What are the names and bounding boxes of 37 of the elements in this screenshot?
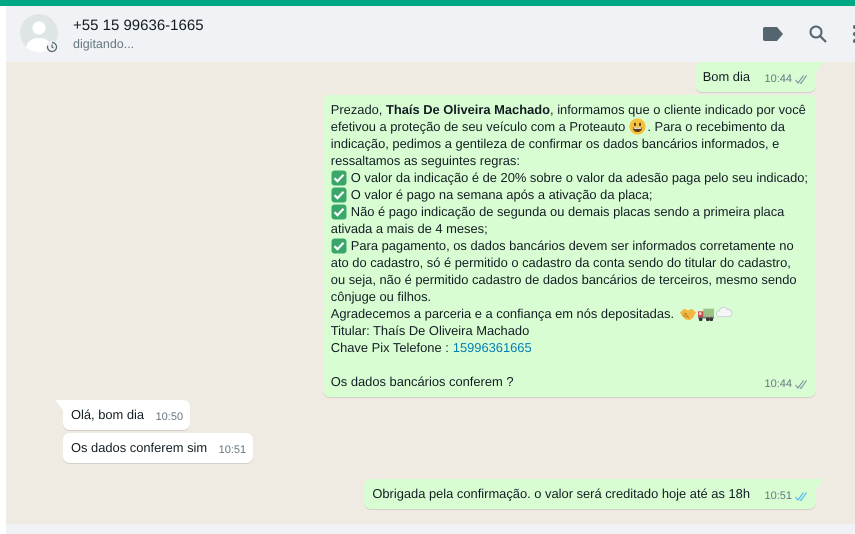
message-text: Não é pago indicação de segunda ou demais placas sendo a primeira placa [350,203,784,220]
message-time: 10:51 [764,489,792,504]
message-time: 10:44 [764,72,792,87]
message-text: Os dados conferem sim [71,439,208,456]
message-time: 10:51 [218,443,246,458]
message-text: ato do cadastro, só é permitido o cadastro da conta sendo do titular do cadastro, [330,254,791,271]
message-text: ou seja, não é permitido cadastro de dados bancários de terceiros, mesmo sendo [330,271,797,288]
check-mark-icon [330,186,347,202]
message-text: Olá, bom dia [71,406,144,424]
message-text: cônjuge ou filhos. [330,288,432,305]
message-text: efetivou a proteção de seu veículo com a Proteauto [330,118,626,135]
label-icon [763,27,783,41]
message-text: Titular: Thaís De Oliveira Machado [330,322,530,339]
message-text: O valor da indicação é de 20% sobre o valor da adesão paga pelo seu indicado; [350,169,808,186]
message-text: . Para o recebimento da [647,118,785,135]
message-text: Obrigada pela confirmação. o valor será creditado hoje até as 18h [372,485,750,502]
contact-name: +55 15 99636-1665 [73,17,205,34]
phone-link[interactable]: 15996361665 [452,339,532,356]
message-time: 10:50 [156,410,184,426]
grinning-face-icon [629,118,646,135]
message-time: 10:44 [764,377,792,392]
message-text: Agradecemos a parceria e a confiança em nós depositadas. [330,305,674,322]
message-text: Os dados bancários conferem ? [330,373,514,390]
check-mark-icon [330,238,347,254]
truck-icon [697,306,716,322]
message-text: Prezado, Thaís De Oliveira Machado, informamos que o cliente indicado por você [330,101,806,118]
message-text: Para pagamento, os dados bancários devem ser informados corretamente no [350,237,794,254]
message-text: Bom dia [702,68,750,85]
message-text: ativada a mais de 4 meses; [330,220,488,237]
message-text: O valor é pago na semana após a ativação da placa; [350,186,652,203]
message-text: indicação, pedimos a gentileza de confirmar os dados bancários informados, e [330,135,780,152]
check-mark-icon [330,204,347,220]
search-icon [809,25,827,43]
contact-status: digitando... [73,37,136,51]
message-text: ressaltamos as seguintes regras: [330,152,520,169]
message-text: Chave Pix Telefone : [330,339,449,356]
check-mark-icon [330,170,347,186]
